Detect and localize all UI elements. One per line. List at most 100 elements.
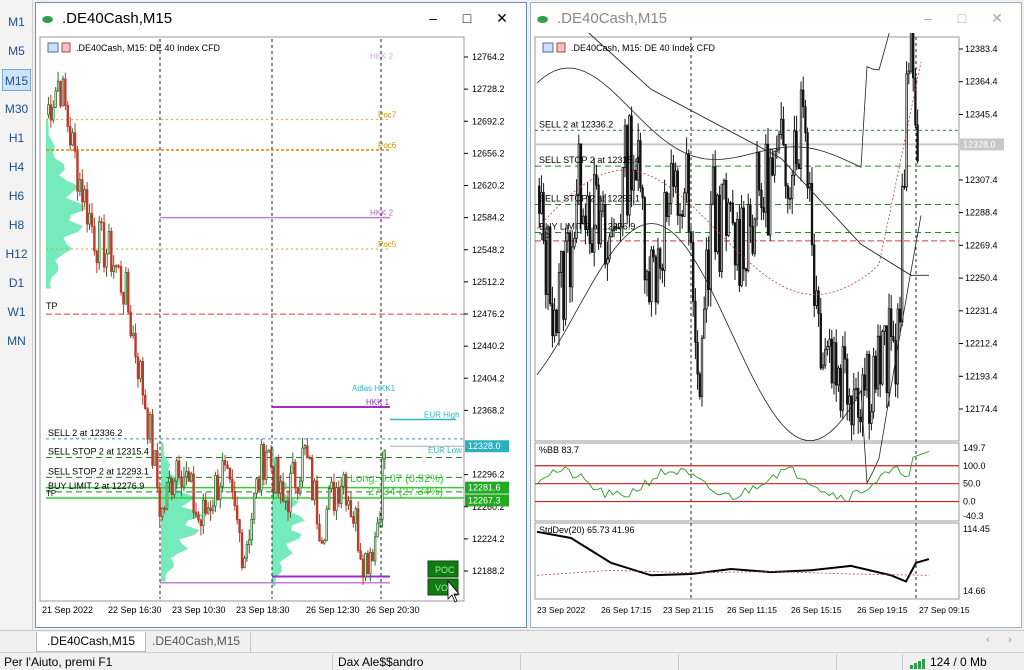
candle-body [725, 179, 728, 236]
candle-body [93, 226, 96, 252]
chart-tab-2[interactable]: .DE40Cash,M15 [142, 632, 252, 652]
candle-body [672, 163, 675, 187]
candle-body [905, 73, 908, 188]
candle-body [797, 163, 800, 170]
candle-body [240, 532, 244, 569]
candle-body [192, 473, 195, 514]
candle-body [753, 218, 756, 254]
candle-body [252, 492, 256, 520]
price-tick-label: 12404.2 [472, 373, 505, 383]
candle-body [727, 202, 730, 236]
candle-body [907, 70, 910, 75]
price-tick-label: 12548.2 [472, 245, 505, 255]
timeframe-mn[interactable]: MN [2, 330, 31, 352]
candle-body [652, 249, 655, 258]
tab-scroll-right-icon[interactable]: › [1008, 634, 1012, 646]
chart-icon[interactable] [47, 42, 59, 53]
candle-body [881, 331, 884, 385]
candle-body [310, 457, 314, 501]
chart-header: .DE40Cash, M15: DE 40 Index CFD [76, 43, 221, 53]
order-label: SELL 2 at 12336.2 [539, 119, 613, 129]
candle-body [296, 487, 299, 494]
candle-body [352, 516, 355, 524]
timeframe-m15[interactable]: M15 [2, 69, 31, 91]
candle-body [885, 325, 888, 394]
timeframe-m30[interactable]: M30 [2, 98, 31, 120]
window-titlebar[interactable]: ⬬ .DE40Cash,M15 – □ ✕ [531, 3, 1021, 33]
candle-body [303, 445, 307, 449]
candle-body [804, 106, 807, 134]
chart-icon[interactable] [542, 42, 554, 53]
candle-body [187, 471, 190, 482]
time-tick-label: 22 Sep 16:30 [108, 605, 162, 615]
status-bar: Per l'Aiuto, premi F1 Dax Ale$$andro 124… [0, 652, 1024, 670]
timeframe-h6[interactable]: H6 [2, 185, 31, 207]
candle-body [163, 507, 166, 510]
candle-body [676, 170, 679, 216]
candle-body [560, 251, 563, 274]
price-tick-label: 12476.2 [472, 309, 505, 319]
candle-body [170, 477, 174, 495]
candle-body [564, 240, 567, 320]
close-button[interactable]: ✕ [491, 9, 513, 27]
candle-body [874, 355, 877, 390]
timeframe-w1[interactable]: W1 [2, 301, 31, 323]
time-tick-label: 26 Sep 19:15 [857, 605, 908, 615]
price-chart-left[interactable]: 12764.2 12728.2 12692.2 12656.2 12620.2 12584… [36, 33, 526, 627]
label-eur-high: EUR High [424, 410, 460, 419]
order-label: SELL STOP 2 at 12315.4 [48, 446, 149, 456]
candle-body [742, 207, 745, 270]
candle-body [356, 508, 360, 552]
candle-body [373, 536, 377, 562]
time-tick-label: 26 Sep 11:15 [727, 605, 777, 615]
candle-body [327, 488, 331, 510]
candle-body [729, 202, 732, 205]
maximize-button[interactable]: □ [951, 9, 973, 27]
timeframe-h12[interactable]: H12 [2, 243, 31, 265]
order-label: BUY LIMIT 2 at 12276.9 [48, 481, 144, 491]
candle-body [378, 518, 382, 524]
timeframe-m1[interactable]: M1 [2, 11, 31, 33]
candle-body [248, 539, 251, 546]
timeframe-h8[interactable]: H8 [2, 214, 31, 236]
candle-body [349, 500, 353, 517]
chart-tab-1[interactable]: .DE40Cash,M15 [36, 632, 147, 652]
candle-body [100, 221, 103, 224]
candle-body [272, 466, 275, 494]
candle-body [863, 374, 866, 391]
close-button[interactable]: ✕ [986, 9, 1008, 27]
time-tick-label: 23 Sep 2022 [537, 605, 585, 615]
timeframe-h4[interactable]: H4 [2, 156, 31, 178]
candle-body [692, 242, 695, 302]
chart-window-left[interactable]: ⬬ .DE40Cash,M15 – □ ✕ 12764.2 12728.2 1269… [35, 2, 527, 628]
status-traffic: 124 / 0 Mb [930, 655, 987, 669]
minimize-button[interactable]: – [422, 9, 444, 27]
candle-body [667, 202, 671, 218]
candle-body [762, 207, 765, 213]
candle-body [852, 389, 855, 426]
tab-scroll-left-icon[interactable]: ‹ [986, 634, 990, 646]
price-tick-label: 12188.2 [472, 566, 505, 576]
price-chart-right[interactable]: 12383.4 12364.4 12345.4 12307.4 12288.4 12269… [531, 33, 1021, 627]
candle-body [665, 192, 668, 218]
candle-body [821, 364, 825, 369]
minimize-button[interactable]: – [917, 9, 939, 27]
price-tick-label: 12231.4 [965, 306, 998, 316]
chart-window-right[interactable]: ⬬ .DE40Cash,M15 – □ ✕ 12383.4 12364.4 1234… [530, 2, 1022, 628]
indicator-icon[interactable] [61, 42, 71, 53]
candle-body [650, 249, 653, 303]
candle-body [733, 222, 737, 266]
candle-body [604, 203, 607, 265]
timeframe-d1[interactable]: D1 [2, 272, 31, 294]
timeframe-m5[interactable]: M5 [2, 40, 31, 62]
label-poc6: Poc6 [378, 141, 397, 150]
candle-body [315, 480, 319, 525]
candle-body [824, 349, 827, 366]
indicator-icon[interactable] [556, 42, 566, 53]
window-titlebar[interactable]: ⬬ .DE40Cash,M15 – □ ✕ [36, 3, 526, 33]
candle-body [335, 487, 338, 511]
maximize-button[interactable]: □ [456, 9, 478, 27]
timeframe-h1[interactable]: H1 [2, 127, 31, 149]
candle-body [562, 251, 565, 320]
candle-body [83, 189, 86, 203]
